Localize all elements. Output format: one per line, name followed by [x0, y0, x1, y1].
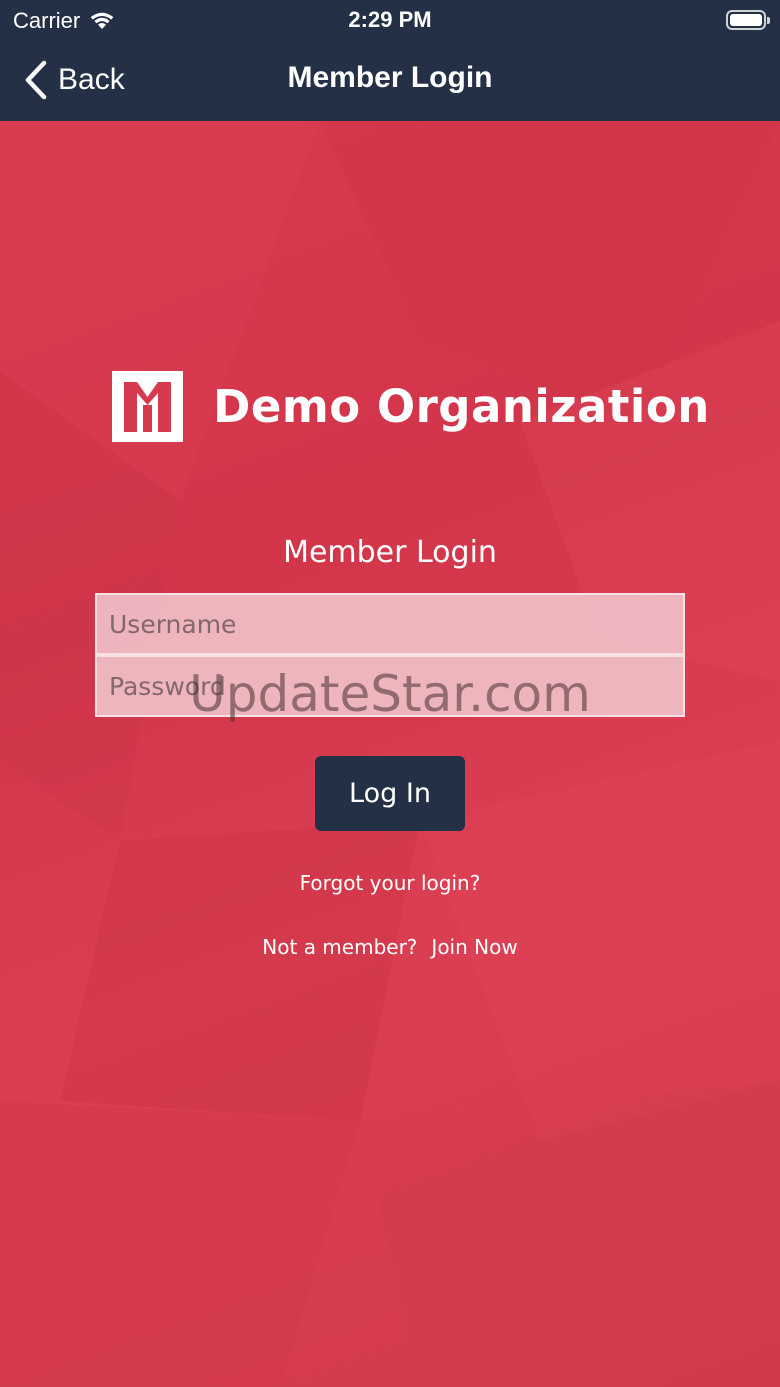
brand-header: Demo Organization — [112, 371, 710, 442]
org-logo-icon — [112, 371, 183, 442]
background-pattern — [0, 121, 780, 1387]
login-screen: Demo Organization Member Login UpdateSta… — [0, 121, 780, 1387]
page-title: Member Login — [287, 61, 493, 94]
password-input[interactable] — [109, 671, 671, 701]
not-member-label: Not a member? — [262, 935, 418, 959]
battery-fill — [730, 14, 762, 26]
password-field[interactable] — [95, 655, 685, 717]
form-heading: Member Login — [283, 535, 497, 570]
join-prompt: Not a member? Join Now — [0, 935, 780, 959]
battery-icon — [726, 10, 770, 30]
forgot-login-link[interactable]: Forgot your login? — [0, 871, 780, 895]
join-now-link[interactable]: Join Now — [431, 935, 517, 959]
login-button[interactable]: Log In — [315, 756, 465, 831]
username-input[interactable] — [109, 609, 671, 639]
status-bar: Carrier 2:29 PM — [0, 0, 780, 40]
navigation-bar: Back Member Login — [0, 40, 780, 121]
status-time: 2:29 PM — [348, 7, 432, 32]
org-name: Demo Organization — [213, 380, 710, 433]
username-field[interactable] — [95, 593, 685, 655]
